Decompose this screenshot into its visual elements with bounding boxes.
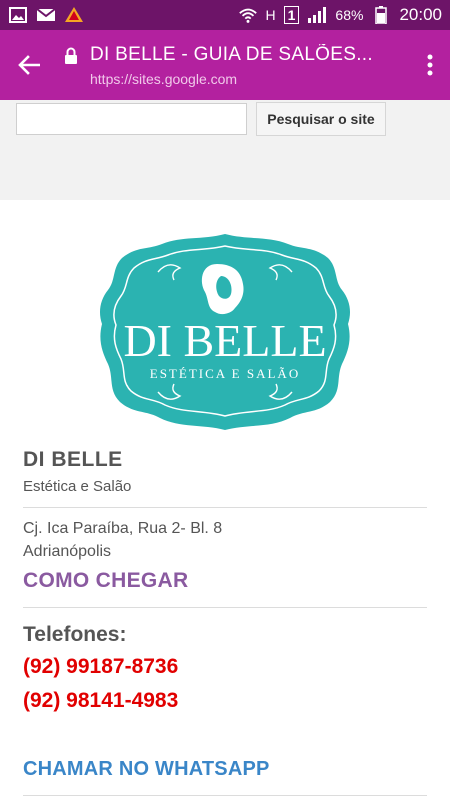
logo-name-text: DI BELLE <box>123 315 326 366</box>
battery-icon <box>371 6 391 24</box>
divider <box>23 507 427 508</box>
network-type-label: H <box>265 7 276 23</box>
sim-slot-badge: 1 <box>283 6 300 24</box>
arrow-back-icon <box>18 55 40 75</box>
address-line-2: Adrianópolis <box>23 543 112 560</box>
page-title: DI BELLE - GUIA DE SALÕES... <box>90 43 373 65</box>
whatsapp-link[interactable]: CHAMAR NO WHATSAPP <box>23 758 270 781</box>
site-search-bar: Pesquisar o site <box>0 100 450 200</box>
clock: 20:00 <box>399 5 442 24</box>
logo-tagline-text: ESTÉTICA E SALÃO <box>150 366 300 381</box>
directions-link[interactable]: COMO CHEGAR <box>23 569 188 593</box>
lock-icon <box>58 47 84 65</box>
search-button[interactable]: Pesquisar o site <box>256 102 386 136</box>
address-bar[interactable]: DI BELLE - GUIA DE SALÕES... https://sit… <box>84 44 410 87</box>
battery-percent: 68% <box>335 7 364 23</box>
gallery-icon <box>8 6 28 24</box>
notification-icon <box>64 6 84 24</box>
search-input[interactable] <box>16 103 247 135</box>
address-line-1: Cj. Ica Paraíba, Rua 2- Bl. 8 <box>23 520 223 537</box>
phones-heading: Telefones: <box>23 623 127 646</box>
di-belle-logo: DI BELLE ESTÉTICA E SALÃO <box>98 232 352 432</box>
phone-link-2[interactable]: (92) 98141-4983 <box>23 689 178 713</box>
divider <box>23 607 427 608</box>
page-url: https://sites.google.com <box>90 70 238 87</box>
wifi-icon <box>238 6 258 24</box>
status-bar: H 1 68% 20:00 <box>0 0 450 30</box>
divider <box>23 795 427 796</box>
signal-icon <box>307 6 327 24</box>
overflow-menu-button[interactable] <box>410 30 450 100</box>
business-subtitle: Estética e Salão <box>23 478 132 495</box>
browser-toolbar: DI BELLE - GUIA DE SALÕES... https://sit… <box>0 30 450 100</box>
business-name: DI BELLE <box>23 448 123 471</box>
more-vert-icon <box>427 54 433 76</box>
phone-link-1[interactable]: (92) 99187-8736 <box>23 655 178 679</box>
gmail-icon <box>36 6 56 24</box>
back-button[interactable] <box>0 30 58 100</box>
